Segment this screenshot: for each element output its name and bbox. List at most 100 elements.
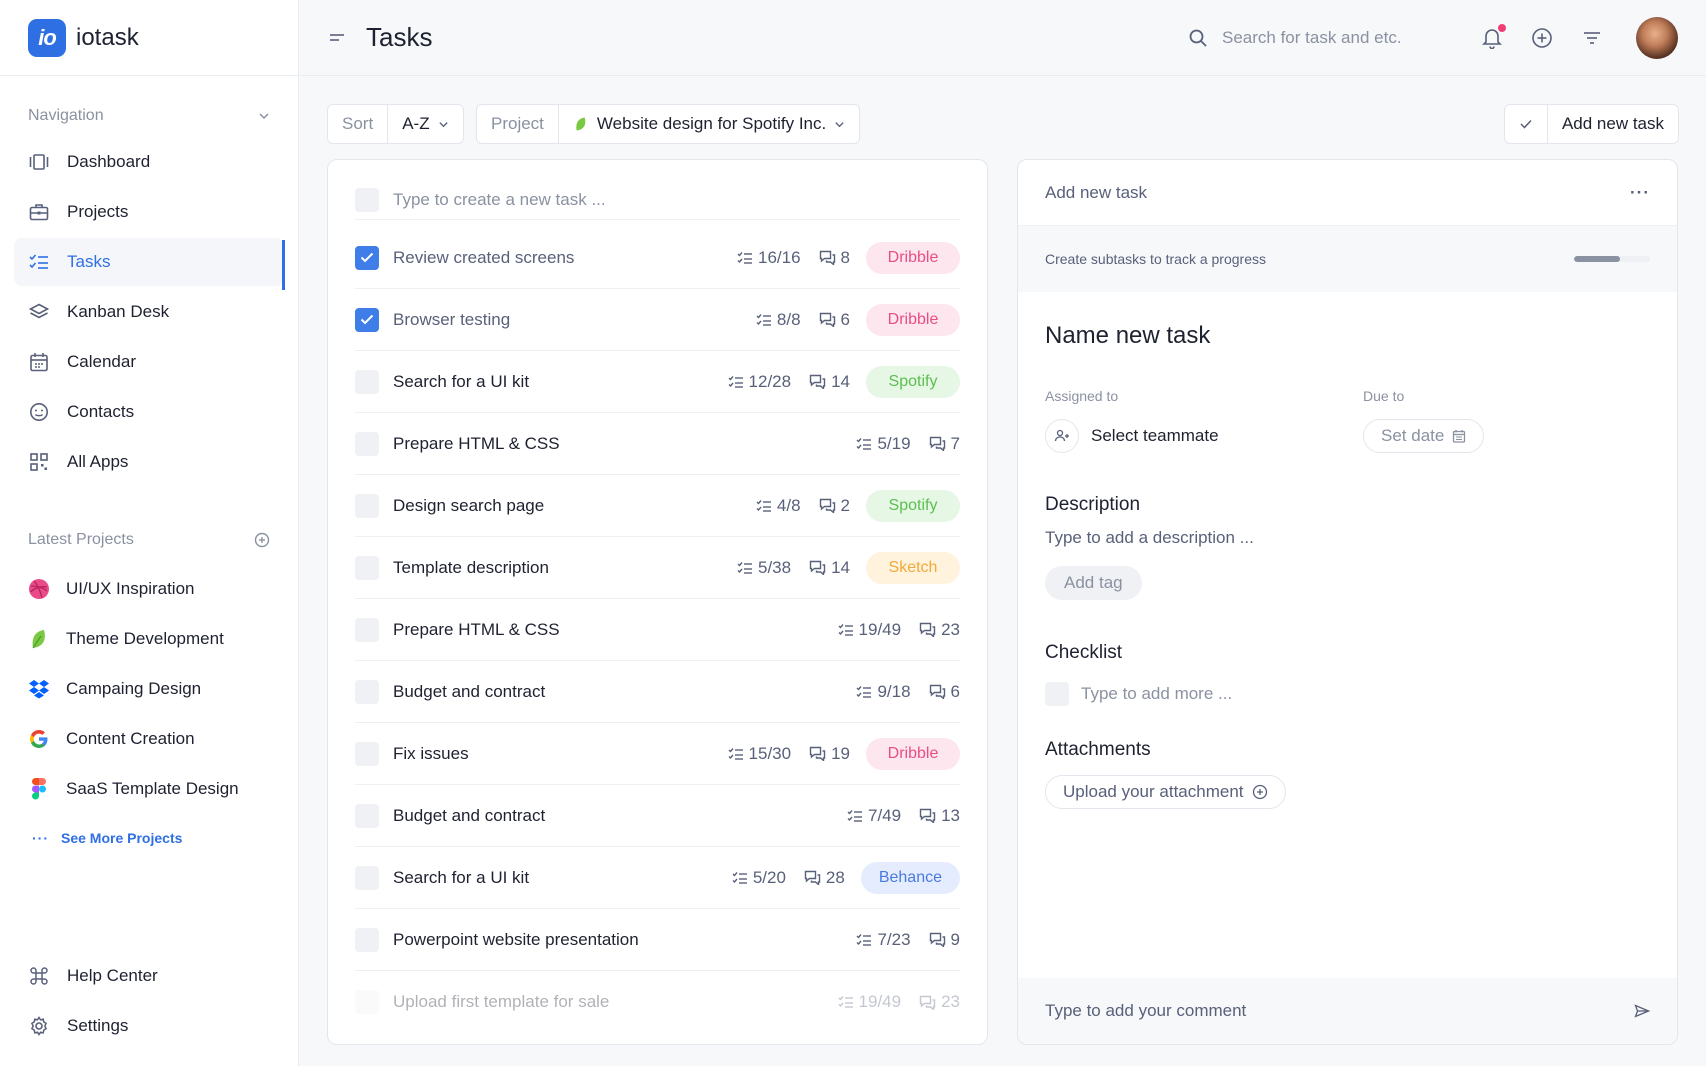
task-checkbox[interactable] bbox=[355, 865, 379, 890]
comment-count-value: 7 bbox=[950, 433, 960, 453]
task-row[interactable]: Prepare HTML & CSS 19/49 23 bbox=[355, 599, 960, 661]
assignee-select[interactable]: Select teammate bbox=[1045, 419, 1219, 453]
task-checkbox[interactable] bbox=[355, 493, 379, 518]
task-checkbox[interactable] bbox=[355, 803, 379, 828]
subtasks-icon bbox=[756, 313, 771, 326]
sidebar-item-kanban-desk[interactable]: Kanban Desk bbox=[14, 288, 284, 336]
new-task-row[interactable]: Type to create a new task ... bbox=[355, 182, 960, 220]
sidebar-item-all-apps[interactable]: All Apps bbox=[14, 438, 284, 486]
sidebar-item-contacts[interactable]: Contacts bbox=[14, 388, 284, 436]
send-icon[interactable] bbox=[1634, 1004, 1650, 1018]
project-item-content-creation[interactable]: Content Creation bbox=[0, 714, 298, 764]
add-tag-button[interactable]: Add tag bbox=[1045, 566, 1142, 600]
menu-toggle-icon[interactable] bbox=[328, 32, 346, 44]
task-row[interactable]: Fix issues 15/30 19 Dribble bbox=[355, 723, 960, 785]
filter-icon[interactable] bbox=[1580, 26, 1604, 50]
app-name: iotask bbox=[76, 23, 139, 51]
description-input[interactable]: Type to add a description ... bbox=[1045, 528, 1254, 548]
task-tag[interactable]: Dribble bbox=[866, 303, 960, 336]
task-checkbox[interactable] bbox=[355, 927, 379, 952]
more-options-icon[interactable]: ··· bbox=[1630, 183, 1650, 203]
task-meta: 7/23 9 bbox=[838, 930, 960, 950]
search-input[interactable]: Search for task and etc. bbox=[1222, 28, 1402, 48]
task-row[interactable]: Upload first template for sale 19/49 23 bbox=[355, 971, 960, 1033]
task-name: Budget and contract bbox=[393, 805, 546, 825]
add-circle-icon[interactable] bbox=[1530, 26, 1554, 50]
project-item-saas-template-design[interactable]: SaaS Template Design bbox=[0, 764, 298, 814]
project-item-ui-ux-inspiration[interactable]: UI/UX Inspiration bbox=[0, 564, 298, 614]
sidebar-item-dashboard[interactable]: Dashboard bbox=[14, 138, 284, 186]
sidebar-item-projects[interactable]: Projects bbox=[14, 188, 284, 236]
search-icon bbox=[1189, 29, 1207, 47]
task-row[interactable]: Template description 5/38 14 Sketch bbox=[355, 537, 960, 599]
project-control[interactable]: Project Website design for Spotify Inc. bbox=[476, 104, 861, 144]
task-tag[interactable]: Sketch bbox=[866, 551, 960, 584]
comments-icon bbox=[919, 808, 936, 823]
navigation-heading[interactable]: Navigation bbox=[0, 104, 298, 128]
new-task-input[interactable]: Type to create a new task ... bbox=[393, 190, 606, 210]
task-row[interactable]: Review created screens 16/16 8 Dribble bbox=[355, 227, 960, 289]
new-task-checkbox[interactable] bbox=[355, 187, 379, 212]
task-checkbox[interactable] bbox=[355, 369, 379, 394]
task-checkbox[interactable] bbox=[355, 431, 379, 456]
upload-attachment-button[interactable]: Upload your attachment bbox=[1045, 775, 1286, 809]
see-more-projects-link[interactable]: ··· See More Projects bbox=[0, 818, 298, 858]
task-row[interactable]: Budget and contract 9/18 6 bbox=[355, 661, 960, 723]
gear-icon bbox=[28, 1015, 50, 1037]
task-row[interactable]: Search for a UI kit 5/20 28 Behance bbox=[355, 847, 960, 909]
checklist-new-item[interactable]: Type to add more ... bbox=[1045, 682, 1232, 706]
task-tag[interactable]: Spotify bbox=[866, 365, 960, 398]
task-row[interactable]: Browser testing 8/8 6 Dribble bbox=[355, 289, 960, 351]
task-checkbox[interactable] bbox=[355, 617, 379, 642]
sidebar-footer: Help Center Settings bbox=[0, 950, 298, 1052]
progress-bar bbox=[1574, 256, 1650, 262]
task-tag[interactable]: Behance bbox=[860, 861, 960, 894]
sort-control[interactable]: Sort A-Z bbox=[327, 104, 464, 144]
checklist-checkbox[interactable] bbox=[1045, 682, 1069, 706]
task-row[interactable]: Powerpoint website presentation 7/23 9 bbox=[355, 909, 960, 971]
task-checkbox[interactable] bbox=[355, 741, 379, 766]
project-select[interactable]: Website design for Spotify Inc. bbox=[559, 105, 859, 143]
comment-input[interactable]: Type to add your comment bbox=[1045, 1001, 1246, 1021]
sort-select[interactable]: A-Z bbox=[388, 105, 462, 143]
task-checkbox[interactable] bbox=[355, 990, 379, 1014]
see-more-label: See More Projects bbox=[61, 830, 183, 846]
task-tag[interactable]: Dribble bbox=[866, 241, 960, 274]
task-row[interactable]: Budget and contract 7/49 13 bbox=[355, 785, 960, 847]
task-row[interactable]: Prepare HTML & CSS 5/19 7 bbox=[355, 413, 960, 475]
project-item-label: Theme Development bbox=[66, 629, 224, 648]
task-name-input[interactable]: Name new task bbox=[1045, 322, 1210, 350]
subtasks-icon bbox=[737, 561, 752, 574]
sidebar-item-label: Settings bbox=[67, 1016, 129, 1035]
app-logo[interactable]: io bbox=[28, 18, 66, 57]
comment-count-value: 19 bbox=[831, 743, 850, 763]
user-avatar[interactable] bbox=[1636, 16, 1678, 59]
add-task-control[interactable]: Add new task bbox=[1503, 104, 1679, 144]
sidebar-item-settings[interactable]: Settings bbox=[14, 1002, 284, 1050]
sidebar-item-calendar[interactable]: Calendar bbox=[14, 338, 284, 386]
search-box[interactable]: Search for task and etc. bbox=[1188, 28, 1402, 48]
sidebar-item-help-center[interactable]: Help Center bbox=[14, 952, 284, 1000]
subtasks-icon bbox=[732, 871, 747, 884]
project-item-campaing-design[interactable]: Campaing Design bbox=[0, 664, 298, 714]
add-project-icon[interactable] bbox=[254, 532, 270, 548]
task-tag[interactable]: Spotify bbox=[866, 489, 960, 522]
due-date-picker[interactable]: Set date bbox=[1363, 419, 1485, 453]
sidebar-item-tasks[interactable]: Tasks bbox=[14, 238, 284, 286]
task-checkbox[interactable] bbox=[355, 245, 379, 270]
confirm-button[interactable] bbox=[1505, 105, 1548, 143]
task-row[interactable]: Design search page 4/8 2 Spotify bbox=[355, 475, 960, 537]
smile-icon bbox=[28, 401, 50, 423]
comment-count: 2 bbox=[819, 496, 850, 516]
project-item-theme-development[interactable]: Theme Development bbox=[0, 614, 298, 664]
checklist-input[interactable]: Type to add more ... bbox=[1081, 684, 1232, 704]
task-meta: 19/49 23 bbox=[820, 992, 960, 1012]
task-checkbox[interactable] bbox=[355, 679, 379, 704]
add-new-task-button[interactable]: Add new task bbox=[1548, 105, 1678, 143]
task-checkbox[interactable] bbox=[355, 307, 379, 332]
task-tag[interactable]: Dribble bbox=[866, 737, 960, 770]
bell-icon[interactable] bbox=[1480, 24, 1506, 50]
task-row[interactable]: Search for a UI kit 12/28 14 Spotify bbox=[355, 351, 960, 413]
comment-count: 7 bbox=[929, 434, 960, 454]
task-checkbox[interactable] bbox=[355, 555, 379, 580]
